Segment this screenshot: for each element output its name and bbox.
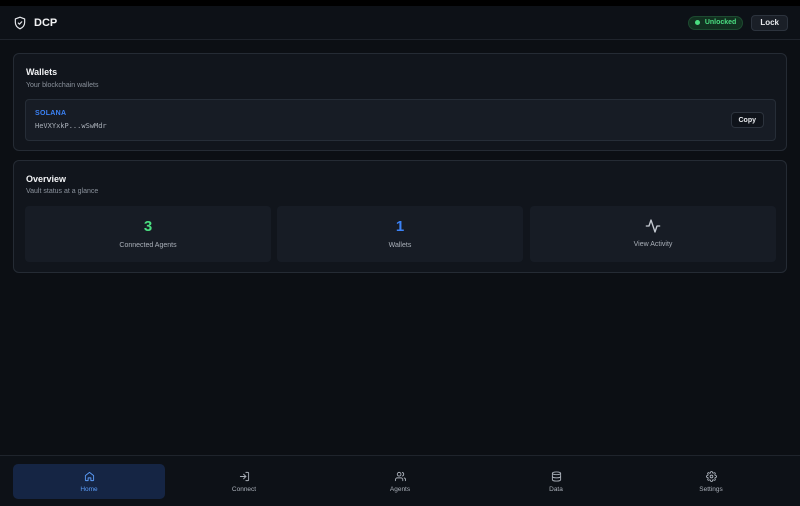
users-icon [394, 471, 406, 482]
nav-label-connect: Connect [231, 485, 257, 493]
wallet-chain-label: SOLANA [35, 110, 67, 117]
database-icon [551, 470, 562, 482]
overview-subtitle: Vault status at a glance [26, 188, 99, 195]
wallets-count-label: Wallets [388, 242, 412, 249]
wallets-title: Wallets [26, 67, 58, 77]
header-actions: Unlocked Lock [687, 14, 788, 31]
nav-item-settings[interactable]: Settings [635, 464, 787, 499]
lock-button[interactable]: Lock [751, 14, 788, 31]
shield-check-icon [12, 15, 28, 31]
overview-title: Overview [26, 174, 67, 184]
status-label: Unlocked [704, 19, 737, 26]
overview-card: Overview Vault status at a glance 3 Conn… [13, 160, 787, 273]
wallet-address: HeVXYxkP...wSwMdr [35, 122, 107, 130]
nav-label-agents: Agents [389, 485, 411, 493]
view-activity-tile[interactable]: View Activity [530, 206, 776, 262]
activity-icon [645, 217, 661, 235]
app-header: DCP Unlocked Lock [0, 6, 800, 40]
nav-item-agents[interactable]: Agents [324, 464, 476, 499]
wallets-count: 1 [395, 218, 405, 235]
stat-tile-wallets[interactable]: 1 Wallets [277, 206, 523, 262]
home-icon [84, 471, 95, 482]
nav-label-home: Home [80, 485, 98, 493]
nav-item-connect[interactable]: Connect [168, 464, 320, 499]
view-activity-label: View Activity [633, 241, 673, 248]
nav-item-home[interactable]: Home [13, 464, 165, 499]
gear-icon [705, 470, 717, 482]
nav-label-settings: Settings [699, 485, 723, 493]
log-in-icon [239, 471, 250, 482]
stat-tile-connected-agents[interactable]: 3 Connected Agents [25, 206, 271, 262]
app-title: DCP [34, 16, 58, 29]
wallets-subtitle: Your blockchain wallets [26, 82, 99, 89]
status-dot-icon [694, 20, 700, 25]
connected-agents-label: Connected Agents [119, 242, 177, 249]
bottom-nav: Home Connect Agents Data Settings [0, 455, 800, 506]
wallets-card: Wallets Your blockchain wallets SOLANA H… [13, 53, 787, 151]
copy-address-button[interactable]: Copy [730, 112, 764, 128]
status-badge: Unlocked [687, 15, 744, 30]
wallet-item: SOLANA HeVXYxkP...wSwMdr Copy [25, 99, 776, 141]
nav-label-data: Data [549, 485, 563, 493]
connected-agents-count: 3 [143, 218, 153, 235]
nav-item-data[interactable]: Data [480, 464, 632, 499]
